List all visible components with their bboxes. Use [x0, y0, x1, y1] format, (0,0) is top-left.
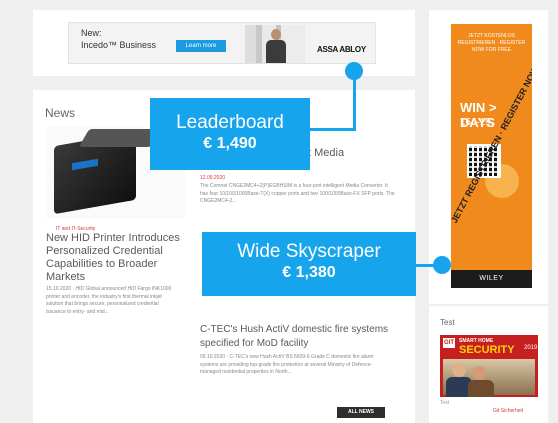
news-section-title: News — [45, 106, 76, 120]
test-widget-title: Test — [440, 318, 455, 327]
news-headline-left[interactable]: New HID Printer Introduces Personalized … — [46, 232, 186, 284]
ad-line2: Incedo™ Business — [81, 40, 157, 50]
git-logo: GIT — [443, 338, 455, 348]
news-headline-mid2[interactable]: C-TEC's Hush ActiV domestic fire systems… — [200, 323, 405, 351]
leaderboard-connector — [353, 73, 356, 131]
leaderboard-label: Leaderboard — [176, 112, 284, 133]
leaderboard-connector-h — [310, 128, 356, 131]
ad-person-image — [245, 25, 305, 63]
ad-brand-logo: ASSA ABLOY — [317, 45, 366, 54]
sky-publisher-bar: WILEY — [451, 270, 532, 288]
wiley-logo: WILEY — [479, 275, 504, 282]
learn-more-button[interactable]: Learn more — [176, 40, 226, 52]
skyscraper-marker-dot — [433, 256, 451, 274]
mag-year: 2019 — [524, 345, 538, 351]
leaderboard-callout: Leaderboard € 1,490 — [150, 98, 310, 170]
leaderboard-ad[interactable]: New: Incedo™ Business Learn more ASSA AB… — [68, 22, 376, 64]
all-news-button[interactable]: ALL NEWS — [337, 407, 385, 418]
page: New: Incedo™ Business Learn more ASSA AB… — [0, 0, 558, 423]
news-headline-mid1[interactable]: t Media — [308, 147, 344, 159]
skyscraper-price: € 1,380 — [282, 264, 336, 281]
sky-dates: 16.–19. — [460, 117, 494, 128]
test-source-link[interactable]: Git Sicherheit — [493, 408, 523, 414]
skyscraper-ad[interactable]: JETZT KOSTENLOS REGISTRIEREN · REGISTER … — [451, 24, 532, 288]
leaderboard-marker-dot — [345, 62, 363, 80]
news-excerpt-mid1: The Comnet CNGE2MC4+2(P)EGBHS/M is a fou… — [200, 183, 395, 204]
magazine-cover[interactable]: GIT SMART HOME SECURITY 2019 — [440, 335, 538, 397]
ad-line1: New: — [81, 28, 102, 38]
news-excerpt-left: 15.10.2020 · HID Global announced HID Fa… — [46, 286, 172, 315]
skyscraper-label: Wide Skyscraper — [237, 241, 381, 262]
sky-top-text: JETZT KOSTENLOS REGISTRIEREN · REGISTER … — [457, 33, 526, 53]
leaderboard-price: € 1,490 — [203, 135, 257, 152]
news-date-mid1: 12.09.2020 — [200, 175, 226, 181]
news-excerpt-mid2: 09.10.2020 · C-TEC's new Hush ActiV BS 5… — [200, 354, 374, 375]
mag-line2: SECURITY — [459, 344, 515, 356]
sky-register-text: JETZT REGISTRIEREN · REGISTER NOW — [451, 64, 532, 225]
test-caption: Test — [440, 400, 450, 406]
skyscraper-callout: Wide Skyscraper € 1,380 — [202, 232, 416, 296]
